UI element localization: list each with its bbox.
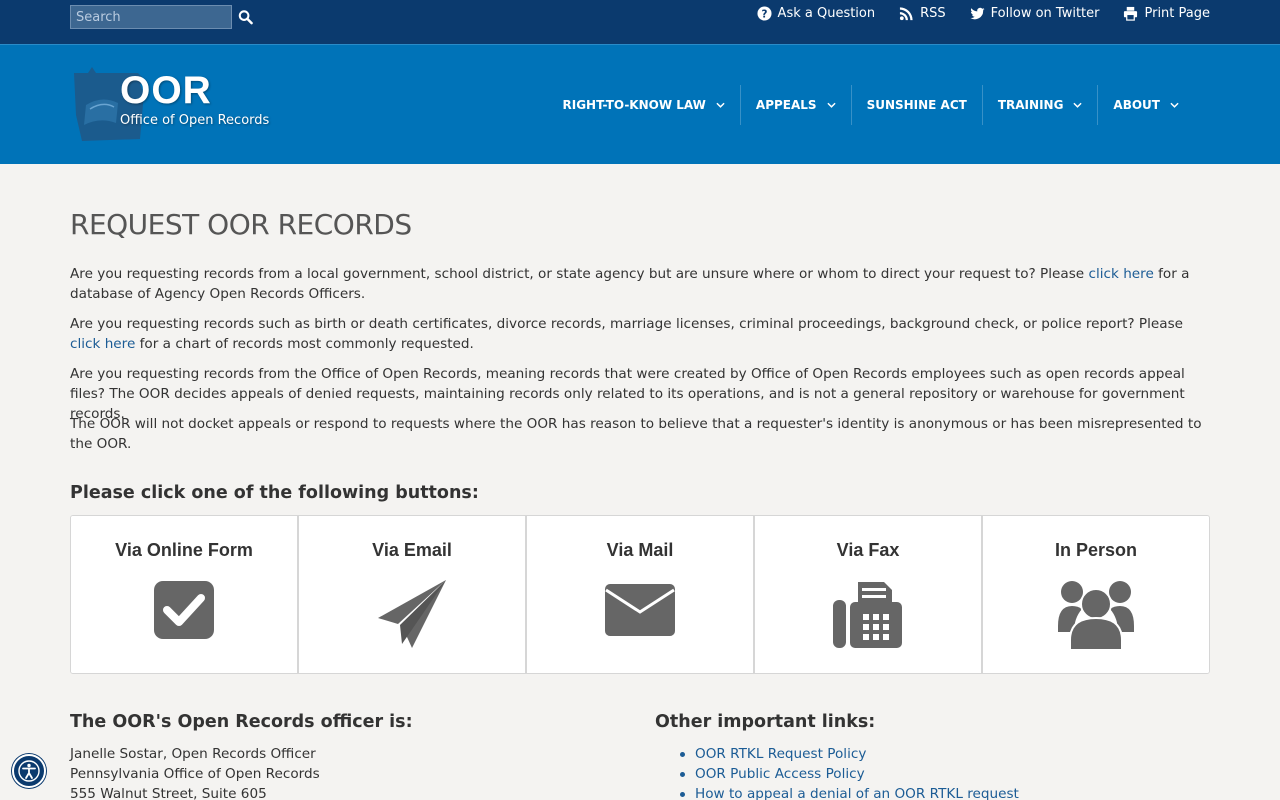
users-icon <box>1058 581 1134 650</box>
chevron-down-icon <box>826 102 836 108</box>
search-input[interactable] <box>70 5 232 29</box>
check-square-icon <box>154 581 214 639</box>
officer-name: Janelle Sostar, Open Records Officer <box>70 746 316 762</box>
utility-links: ? Ask a Question RSS Follow on Twitter P… <box>757 6 1210 21</box>
question-circle-icon: ? <box>757 6 772 21</box>
p1-text-before: Are you requesting records from a local … <box>70 266 1089 282</box>
nav-appeals-label: APPEALS <box>755 98 817 112</box>
nav-training-label: TRAINING <box>997 98 1064 112</box>
via-fax-label: Via Fax <box>836 540 900 560</box>
links-heading: Other important links: <box>655 712 876 732</box>
search-icon[interactable] <box>238 9 253 25</box>
important-links-list: OOR RTKL Request Policy OOR Public Acces… <box>680 744 1019 800</box>
logo-title: OOR <box>120 69 212 112</box>
rss-link[interactable]: RSS <box>899 6 946 21</box>
site-header: OOR Office of Open Records RIGHT-TO-KNOW… <box>0 44 1280 164</box>
via-online-form-button[interactable]: Via Online Form <box>71 516 299 673</box>
nav-sunshine-act[interactable]: SUNSHINE ACT <box>852 85 983 125</box>
rtkl-request-policy-link[interactable]: OOR RTKL Request Policy <box>695 746 866 762</box>
oor-logo[interactable]: OOR Office of Open Records <box>70 65 285 145</box>
via-mail-label: Via Mail <box>606 540 674 560</box>
via-mail-button[interactable]: Via Mail <box>527 516 755 673</box>
via-email-label: Via Email <box>372 540 452 560</box>
list-item: OOR Public Access Policy <box>680 764 1019 784</box>
list-item: How to appeal a denial of an OOR RTKL re… <box>680 784 1019 800</box>
public-access-policy-link[interactable]: OOR Public Access Policy <box>695 766 865 782</box>
logo-subtitle: Office of Open Records <box>120 113 270 128</box>
twitter-label: Follow on Twitter <box>990 6 1100 21</box>
via-fax-button[interactable]: Via Fax <box>755 516 983 673</box>
print-page-label: Print Page <box>1144 6 1210 21</box>
officer-address: 555 Walnut Street, Suite 605 <box>70 786 267 800</box>
in-person-label: In Person <box>1054 540 1138 560</box>
envelope-icon <box>605 584 675 636</box>
print-icon <box>1124 6 1138 21</box>
nav-appeals[interactable]: APPEALS <box>741 85 852 125</box>
nav-right-to-know-law[interactable]: RIGHT-TO-KNOW LAW <box>547 85 741 125</box>
common-records-link[interactable]: click here <box>70 336 135 352</box>
twitter-icon <box>970 7 985 20</box>
in-person-button[interactable]: In Person <box>983 516 1209 673</box>
paragraph-agency-officers: Are you requesting records from a local … <box>70 264 1210 304</box>
chevron-down-icon <box>716 102 725 108</box>
rss-icon <box>900 7 913 21</box>
svg-text:?: ? <box>761 8 767 20</box>
request-method-buttons: Via Online Form Via Email Via Mail Via F… <box>70 515 1210 674</box>
chevron-down-icon <box>1170 102 1179 108</box>
paper-plane-icon <box>378 580 446 648</box>
officer-heading: The OOR's Open Records officer is: <box>70 712 413 732</box>
via-email-button[interactable]: Via Email <box>299 516 527 673</box>
accessibility-button[interactable] <box>12 754 46 788</box>
agency-officers-link[interactable]: click here <box>1089 266 1154 282</box>
ask-question-label: Ask a Question <box>777 6 876 21</box>
nav-training[interactable]: TRAINING <box>983 85 1099 125</box>
p2-text-before: Are you requesting records such as birth… <box>70 316 1184 332</box>
nav-sunshine-act-label: SUNSHINE ACT <box>866 98 967 112</box>
officer-office: Pennsylvania Office of Open Records <box>70 766 320 782</box>
appeal-denial-link[interactable]: How to appeal a denial of an OOR RTKL re… <box>695 786 1019 800</box>
chevron-down-icon <box>1073 102 1083 108</box>
page-title: REQUEST OOR RECORDS <box>70 208 412 241</box>
via-online-form-label: Via Online Form <box>115 540 253 560</box>
utility-bar: ? Ask a Question RSS Follow on Twitter P… <box>0 0 1280 44</box>
p2-text-after: for a chart of records most commonly req… <box>135 336 474 352</box>
buttons-prompt: Please click one of the following button… <box>70 483 479 503</box>
paragraph-common-records: Are you requesting records such as birth… <box>70 314 1210 354</box>
nav-about[interactable]: ABOUT <box>1098 85 1194 125</box>
twitter-link[interactable]: Follow on Twitter <box>970 6 1100 21</box>
fax-icon <box>833 582 902 648</box>
print-page-link[interactable]: Print Page <box>1123 6 1210 21</box>
nav-about-label: ABOUT <box>1113 98 1160 112</box>
ask-question-link[interactable]: ? Ask a Question <box>757 6 876 21</box>
paragraph-anonymous-policy: The OOR will not docket appeals or respo… <box>70 416 1202 452</box>
nav-right-to-know-law-label: RIGHT-TO-KNOW LAW <box>562 98 706 112</box>
rss-label: RSS <box>920 6 946 21</box>
main-nav: RIGHT-TO-KNOW LAW APPEALS SUNSHINE ACT T… <box>547 85 1194 125</box>
officer-contact: Janelle Sostar, Open Records Officer Pen… <box>70 744 320 800</box>
list-item: OOR RTKL Request Policy <box>680 744 1019 764</box>
accessibility-icon <box>18 760 40 782</box>
